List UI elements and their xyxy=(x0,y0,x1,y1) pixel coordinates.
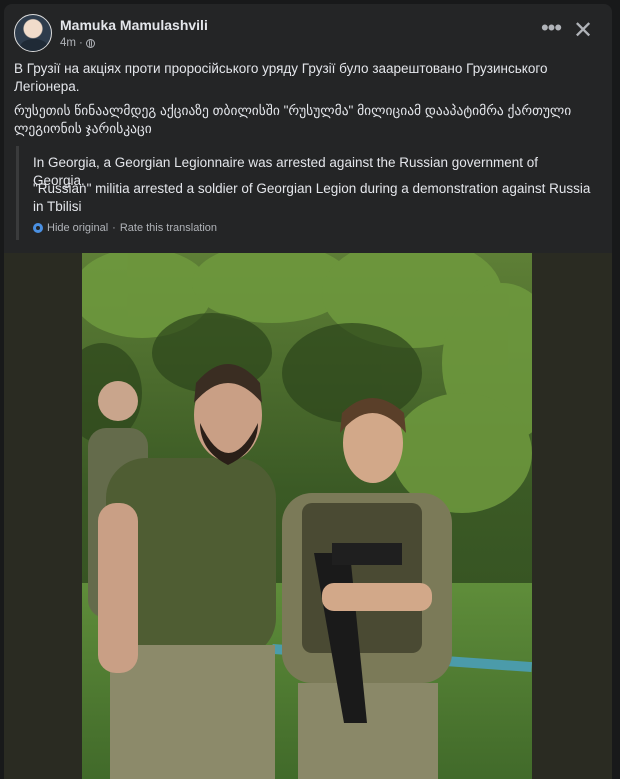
post-photo-area xyxy=(4,253,612,779)
post-text-ukrainian: В Грузії на акціях проти проросійського … xyxy=(14,61,548,94)
globe-icon[interactable] xyxy=(85,38,95,48)
post-photo[interactable] xyxy=(82,253,532,779)
translation-block: In Georgia, a Georgian Legionnaire was a… xyxy=(16,146,596,240)
hide-original-link[interactable]: Hide original xyxy=(47,222,108,234)
photo-scene xyxy=(82,253,532,779)
rate-translation-link[interactable]: Rate this translation xyxy=(120,222,217,234)
meta-dot: · xyxy=(78,37,83,49)
more-options-button[interactable]: ••• xyxy=(539,17,563,43)
post-meta: 4m · xyxy=(60,37,95,49)
post-time[interactable]: 4m xyxy=(60,37,76,49)
post-card: Mamuka Mamulashvili 4m · ••• ✕ В Грузії … xyxy=(4,4,612,779)
post-text-georgian: რუსეთის წინაალმდეგ აქციაზე თბილისში "რუს… xyxy=(14,103,572,136)
post-header: Mamuka Mamulashvili 4m · ••• ✕ xyxy=(14,14,602,54)
close-button[interactable]: ✕ xyxy=(570,19,596,45)
translation-line-2: "Russian" militia arrested a soldier of … xyxy=(33,181,591,214)
translate-gear-icon[interactable] xyxy=(33,223,43,233)
page-background: Mamuka Mamulashvili 4m · ••• ✕ В Грузії … xyxy=(0,0,620,779)
translation-controls: Hide original · Rate this translation xyxy=(33,222,217,234)
author-name[interactable]: Mamuka Mamulashvili xyxy=(60,17,208,33)
translation-separator: · xyxy=(112,222,116,234)
author-avatar[interactable] xyxy=(14,14,52,52)
